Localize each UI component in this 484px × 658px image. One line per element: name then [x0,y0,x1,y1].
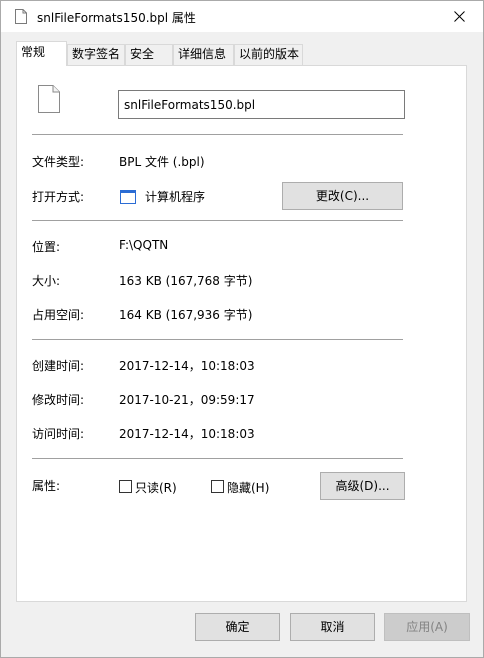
accessed-label: 访问时间: [32,427,85,441]
readonly-checkbox[interactable] [119,480,132,493]
close-icon [454,11,465,22]
attributes-label: 属性: [32,479,61,493]
separator [32,134,403,135]
created-label: 创建时间: [32,359,85,373]
apply-button[interactable]: 应用(A) [384,613,470,641]
tab-general[interactable]: 常规 [16,41,67,66]
advanced-button[interactable]: 高级(D)... [320,472,405,500]
readonly-label[interactable]: 只读(R) [135,479,177,496]
window-title: snlFileFormats150.bpl 属性 [37,11,196,25]
tab-digital-signatures[interactable]: 数字签名 [67,44,125,65]
size-label: 大小: [32,274,61,288]
location-label: 位置: [32,240,61,254]
hidden-label[interactable]: 隐藏(H) [227,479,269,496]
tab-security[interactable]: 安全 [125,44,173,65]
properties-dialog: snlFileFormats150.bpl 属性 常规 数字签名 安全 详细信息… [0,0,484,658]
tab-label: 数字签名 [72,47,121,61]
general-panel: 文件类型: BPL 文件 (.bpl) 打开方式: 计算机程序 更改(C)...… [16,65,467,602]
size-on-disk-label: 占用空间: [32,308,85,322]
separator [32,220,403,221]
tab-details[interactable]: 详细信息 [173,44,234,65]
filename-input[interactable] [118,90,405,119]
ok-button[interactable]: 确定 [195,613,280,641]
window-app-icon [120,190,136,207]
tab-label: 安全 [130,47,155,61]
change-button[interactable]: 更改(C)... [282,182,403,210]
size-value: 163 KB (167,768 字节) [119,274,253,288]
tab-label: 详细信息 [178,47,227,61]
open-with-label: 打开方式: [32,190,85,204]
file-type-value: BPL 文件 (.bpl) [119,155,205,169]
document-icon [15,9,27,24]
size-on-disk-value: 164 KB (167,936 字节) [119,308,253,322]
location-value: F:\QQTN [119,238,169,252]
modified-value: 2017-10-21，09:59:17 [119,393,255,407]
tab-previous-versions[interactable]: 以前的版本 [234,44,303,65]
document-icon [38,85,60,116]
separator [32,458,403,459]
hidden-checkbox[interactable] [211,480,224,493]
close-button[interactable] [437,1,483,32]
accessed-value: 2017-12-14，10:18:03 [119,427,255,441]
separator [32,339,403,340]
tab-label: 常规 [21,45,46,59]
file-type-label: 文件类型: [32,155,85,169]
cancel-button[interactable]: 取消 [290,613,375,641]
title-bar: snlFileFormats150.bpl 属性 [1,1,483,32]
created-value: 2017-12-14，10:18:03 [119,359,255,373]
modified-label: 修改时间: [32,393,85,407]
open-with-value: 计算机程序 [145,190,206,204]
tab-label: 以前的版本 [239,47,300,61]
